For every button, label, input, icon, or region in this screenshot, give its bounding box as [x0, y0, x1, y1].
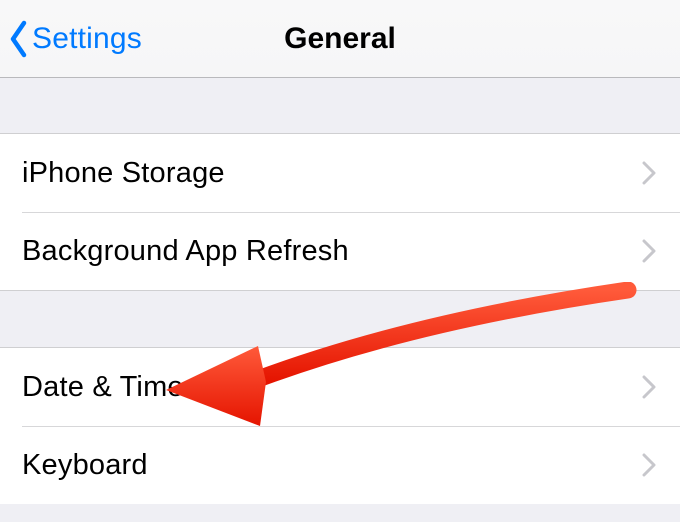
chevron-right-icon — [642, 453, 656, 477]
settings-group-1: iPhone Storage Background App Refresh — [0, 134, 680, 290]
row-label: iPhone Storage — [22, 157, 225, 190]
row-label: Keyboard — [22, 449, 148, 482]
back-button[interactable]: Settings — [0, 20, 142, 58]
background-app-refresh-row[interactable]: Background App Refresh — [0, 212, 680, 290]
chevron-left-icon — [8, 20, 30, 58]
chevron-right-icon — [642, 161, 656, 185]
iphone-storage-row[interactable]: iPhone Storage — [0, 134, 680, 212]
section-gap — [0, 78, 680, 134]
back-label: Settings — [32, 22, 142, 56]
section-gap — [0, 290, 680, 348]
settings-group-2: Date & Time Keyboard — [0, 348, 680, 504]
row-label: Background App Refresh — [22, 235, 349, 268]
row-label: Date & Time — [22, 371, 184, 404]
chevron-right-icon — [642, 239, 656, 263]
navbar: Settings General — [0, 0, 680, 78]
keyboard-row[interactable]: Keyboard — [0, 426, 680, 504]
date-time-row[interactable]: Date & Time — [0, 348, 680, 426]
chevron-right-icon — [642, 375, 656, 399]
